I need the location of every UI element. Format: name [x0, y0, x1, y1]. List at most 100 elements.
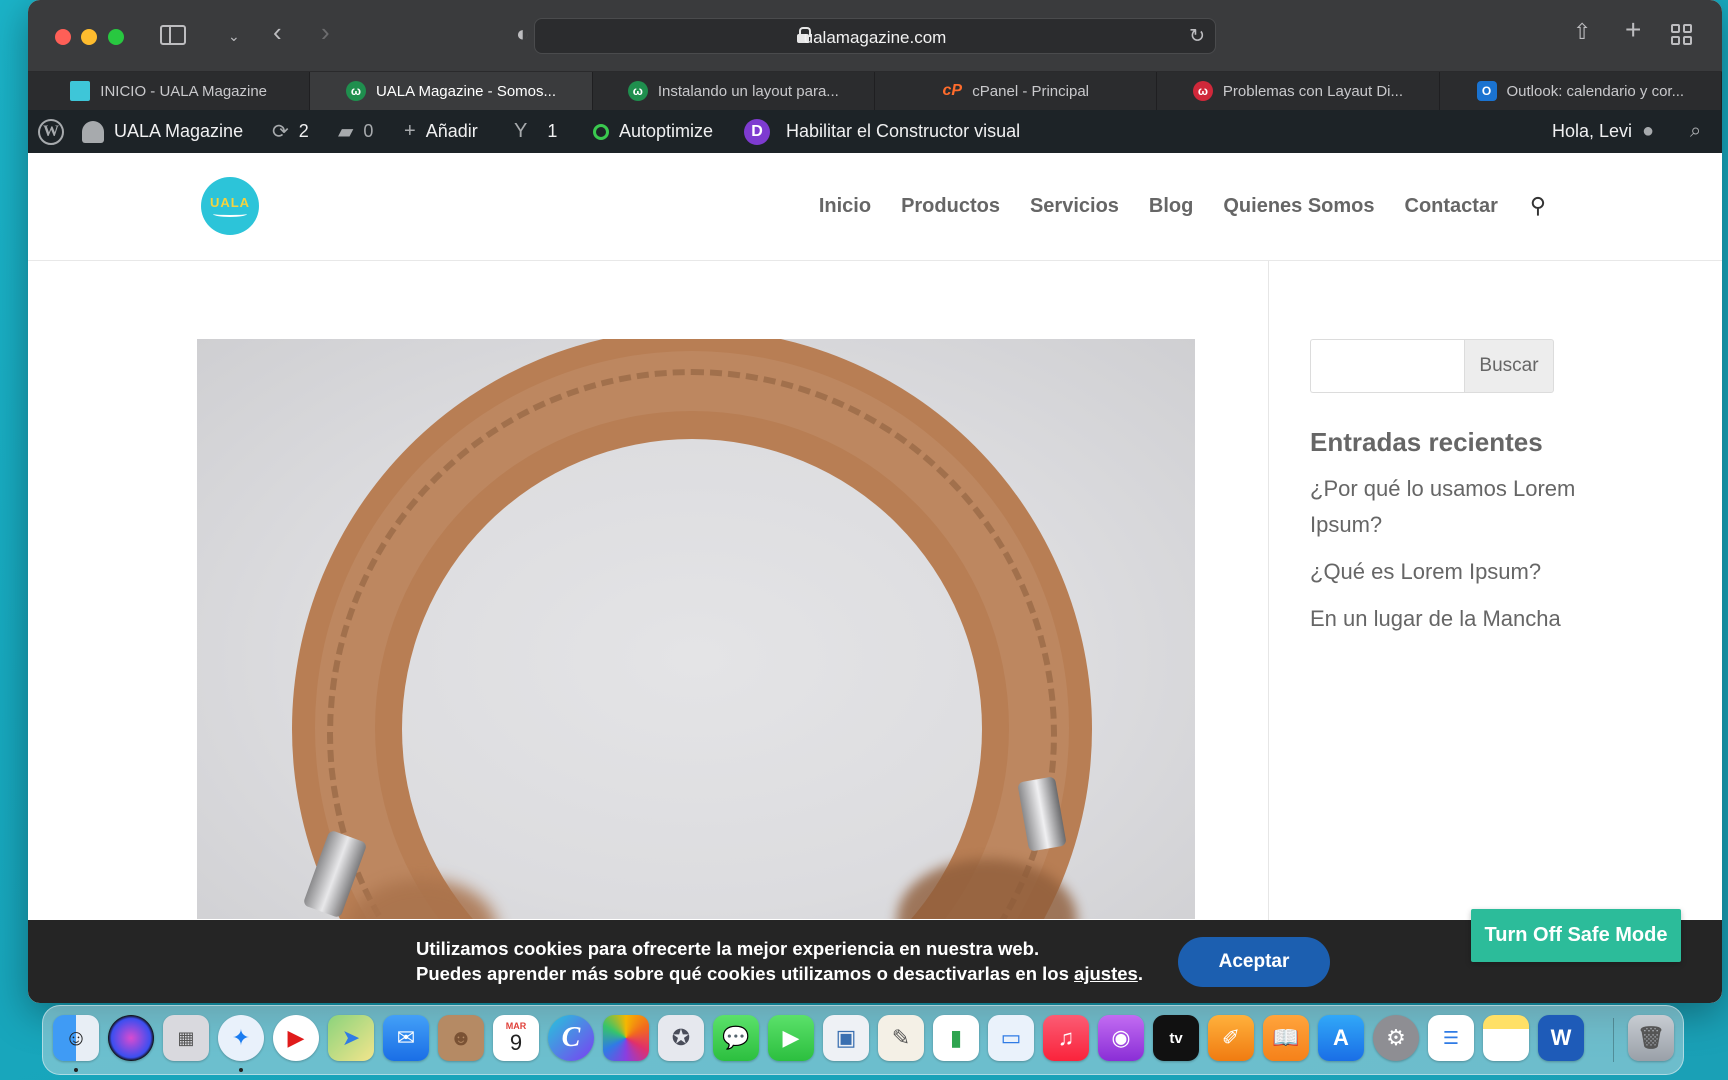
nav-contactar[interactable]: Contactar: [1405, 195, 1498, 218]
w-favicon-icon: ω: [627, 81, 648, 101]
tab-overview-icon[interactable]: [1671, 24, 1693, 46]
minimize-window-button[interactable]: [81, 29, 97, 45]
updates-menu[interactable]: ⟳ 2: [272, 110, 309, 153]
privacy-shield-icon[interactable]: ◐: [516, 23, 529, 45]
calendar-day: 9: [509, 1030, 523, 1055]
cookie-message: Utilizamos cookies para ofrecerte la mej…: [416, 936, 1143, 986]
keynote-icon[interactable]: ▭: [988, 1015, 1034, 1061]
uala-favicon-icon: [70, 81, 91, 101]
nav-quienes-somos[interactable]: Quienes Somos: [1223, 195, 1374, 218]
calendar-icon[interactable]: MAR 9: [493, 1015, 539, 1061]
url-text: ualamagazine.com: [803, 28, 947, 47]
status-ring-icon: [593, 123, 609, 140]
search-icon[interactable]: ⚲: [1530, 193, 1546, 219]
greeting: Hola, Levi: [1552, 121, 1633, 141]
chevron-down-icon[interactable]: ⌄: [228, 26, 240, 46]
turn-off-safe-mode-button[interactable]: Turn Off Safe Mode: [1471, 909, 1681, 962]
mail-icon[interactable]: ✉: [383, 1015, 429, 1061]
recent-post-link[interactable]: ¿Por qué lo usamos Lorem Ipsum?: [1310, 471, 1580, 543]
running-indicator: [239, 1068, 243, 1072]
textedit-icon[interactable]: ✎: [878, 1015, 924, 1061]
tab-outlook[interactable]: O Outlook: calendario y cor...: [1439, 72, 1722, 110]
site-logo[interactable]: UALA: [201, 177, 259, 235]
facetime-icon[interactable]: ▶: [768, 1015, 814, 1061]
admin-search[interactable]: ⌕: [1690, 110, 1701, 153]
wp-logo-menu[interactable]: W: [38, 110, 64, 153]
back-arrow-icon[interactable]: ‹: [273, 19, 282, 45]
cookie-settings-link[interactable]: ajustes: [1074, 963, 1138, 984]
divi-label: Habilitar el Constructor visual: [786, 121, 1021, 141]
recent-post-link[interactable]: En un lugar de la Mancha: [1310, 601, 1580, 637]
dashboard-icon: [82, 120, 104, 143]
recent-post-link[interactable]: ¿Qué es Lorem Ipsum?: [1310, 554, 1580, 590]
tab-label: cPanel - Principal: [972, 82, 1089, 100]
tab-problemas[interactable]: ω Problemas con Layaut Di...: [1157, 72, 1440, 110]
nav-blog[interactable]: Blog: [1149, 195, 1193, 218]
autoptimize-menu[interactable]: Autoptimize: [593, 110, 713, 153]
tab-cpanel[interactable]: cP cPanel - Principal: [874, 72, 1158, 110]
add-new-menu[interactable]: + Añadir: [404, 110, 478, 153]
reload-icon[interactable]: ↻: [1189, 25, 1205, 48]
comments-menu[interactable]: ▰ 0: [338, 110, 373, 153]
reminders-icon[interactable]: ☰: [1428, 1015, 1474, 1061]
contacts-icon[interactable]: ☻: [438, 1015, 484, 1061]
close-window-button[interactable]: [55, 29, 71, 45]
appletv-icon[interactable]: tv: [1153, 1015, 1199, 1061]
zoom-window-button[interactable]: [108, 29, 124, 45]
safari-icon[interactable]: ✦: [218, 1015, 264, 1061]
music-icon[interactable]: ♫: [1043, 1015, 1089, 1061]
messages-icon[interactable]: 💬: [713, 1015, 759, 1061]
add-label: Añadir: [425, 121, 478, 141]
numbers-icon[interactable]: ▮: [933, 1015, 979, 1061]
tab-label: UALA Magazine - Somos...: [375, 82, 557, 100]
word-icon[interactable]: W: [1538, 1015, 1584, 1061]
featured-image: [197, 339, 1195, 919]
nav-servicios[interactable]: Servicios: [1030, 195, 1119, 218]
instruments-icon[interactable]: ✪: [658, 1015, 704, 1061]
tab-somos[interactable]: ω UALA Magazine - Somos...: [310, 72, 593, 110]
running-indicator: [74, 1068, 78, 1072]
preview-icon[interactable]: ▣: [823, 1015, 869, 1061]
pages-icon[interactable]: ✐: [1208, 1015, 1254, 1061]
nav-productos[interactable]: Productos: [901, 195, 1000, 218]
finder-icon[interactable]: ☺: [53, 1015, 99, 1061]
browser-toolbar: ⌄ ‹ › ◐ ualamagazine.com ↻ ⇧ +: [28, 0, 1722, 72]
trash-icon[interactable]: 🗑: [1628, 1015, 1674, 1061]
canva-icon[interactable]: C: [548, 1015, 594, 1061]
books-icon[interactable]: 📖: [1263, 1015, 1309, 1061]
search-input[interactable]: [1310, 339, 1464, 393]
site-name-menu[interactable]: UALA Magazine: [82, 110, 243, 153]
new-tab-icon[interactable]: +: [1625, 16, 1641, 44]
nav-inicio[interactable]: Inicio: [819, 195, 871, 218]
launchpad-icon[interactable]: ▦: [163, 1015, 209, 1061]
yoast-icon: Y: [514, 120, 528, 142]
youtube-icon[interactable]: ▶: [273, 1015, 319, 1061]
address-bar[interactable]: ualamagazine.com ↻: [534, 18, 1216, 54]
photos-icon[interactable]: [603, 1015, 649, 1061]
account-menu[interactable]: Hola, Levi ●: [1552, 110, 1654, 153]
podcasts-icon[interactable]: ◉: [1098, 1015, 1144, 1061]
notes-icon[interactable]: [1483, 1015, 1529, 1061]
yoast-count: 1: [547, 121, 558, 141]
yoast-menu[interactable]: Y 1: [514, 110, 557, 153]
divi-builder-menu[interactable]: D Habilitar el Constructor visual: [744, 110, 1020, 153]
maps-icon[interactable]: ➤: [328, 1015, 374, 1061]
tab-strip: INICIO - UALA Magazine ω UALA Magazine -…: [28, 72, 1722, 110]
siri-icon[interactable]: [108, 1015, 154, 1061]
wp-admin-bar: W UALA Magazine ⟳ 2 ▰ 0 + Añadir Y 1 Aut…: [28, 110, 1722, 153]
sidebar-search: Buscar: [1310, 339, 1554, 393]
tab-label: Problemas con Layaut Di...: [1222, 82, 1404, 100]
accept-cookies-button[interactable]: Aceptar: [1178, 937, 1330, 987]
system-preferences-icon[interactable]: ⚙: [1373, 1015, 1419, 1061]
share-icon[interactable]: ⇧: [1573, 21, 1591, 43]
tab-inicio[interactable]: INICIO - UALA Magazine: [28, 72, 311, 110]
tab-instalando[interactable]: ω Instalando un layout para...: [592, 72, 875, 110]
search-button[interactable]: Buscar: [1464, 339, 1554, 393]
forward-arrow-icon[interactable]: ›: [321, 19, 330, 45]
red-w-favicon-icon: ω: [1192, 81, 1213, 101]
tab-label: INICIO - UALA Magazine: [100, 82, 268, 100]
appstore-icon[interactable]: A: [1318, 1015, 1364, 1061]
sidebar-toggle-icon[interactable]: [160, 25, 186, 45]
wave-icon: [213, 211, 247, 217]
search-icon: ⌕: [1690, 120, 1702, 142]
